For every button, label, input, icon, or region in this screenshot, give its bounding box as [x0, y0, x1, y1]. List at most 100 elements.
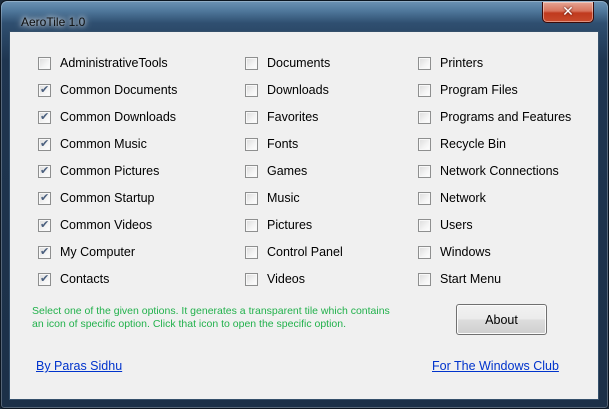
author-link[interactable]: By Paras Sidhu: [36, 359, 122, 373]
checkbox[interactable]: ✔: [245, 137, 258, 151]
checkbox[interactable]: ✔: [418, 83, 431, 97]
checkbox[interactable]: ✔: [38, 245, 51, 259]
checkbox[interactable]: ✔: [418, 191, 431, 205]
checkbox-label: Program Files: [440, 83, 518, 97]
checkbox[interactable]: ✔: [38, 136, 51, 151]
option-pictures[interactable]: ✔ Pictures: [245, 217, 312, 233]
checkbox[interactable]: ✔: [418, 137, 431, 151]
checkbox-label: Users: [440, 218, 473, 232]
checkbox-label: Common Documents: [60, 83, 178, 97]
checkbox-label: Common Startup: [60, 191, 155, 205]
check-mark-icon: ✔: [40, 163, 50, 177]
option-common-music[interactable]: ✔ Common Music: [38, 136, 147, 152]
checkbox[interactable]: ✔: [418, 164, 431, 178]
option-programs-and-features[interactable]: ✔ Programs and Features: [418, 109, 571, 125]
checkbox[interactable]: ✔: [245, 272, 258, 286]
option-my-computer[interactable]: ✔ My Computer: [38, 244, 135, 260]
checkbox[interactable]: ✔: [245, 83, 258, 97]
close-icon: ✕: [562, 4, 574, 20]
about-button[interactable]: About: [456, 304, 547, 335]
checkbox[interactable]: ✔: [418, 56, 431, 70]
checkbox[interactable]: ✔: [245, 164, 258, 178]
checkbox[interactable]: ✔: [418, 245, 431, 259]
checkbox-label: Network Connections: [440, 164, 559, 178]
option-windows[interactable]: ✔ Windows: [418, 244, 491, 260]
windows-club-link[interactable]: For The Windows Club: [432, 359, 559, 373]
checkbox-label: Downloads: [267, 83, 329, 97]
option-network-connections[interactable]: ✔ Network Connections: [418, 163, 559, 179]
info-line-2: an icon of specific option. Click that i…: [32, 318, 347, 330]
checkbox[interactable]: ✔: [38, 190, 51, 205]
option-favorites[interactable]: ✔ Favorites: [245, 109, 318, 125]
checkbox-label: Music: [267, 191, 300, 205]
checkbox[interactable]: ✔: [245, 245, 258, 259]
checkbox-label: Control Panel: [267, 245, 343, 259]
check-mark-icon: ✔: [40, 217, 50, 231]
checkbox-label: Contacts: [60, 272, 110, 286]
checkbox-label: Common Pictures: [60, 164, 160, 178]
option-common-startup[interactable]: ✔ Common Startup: [38, 190, 154, 206]
option-videos[interactable]: ✔ Videos: [245, 271, 305, 287]
checkbox-label: AdministrativeTools: [60, 56, 168, 70]
title-bar[interactable]: AeroTile 1.0 ✕: [1, 1, 608, 33]
option-common-pictures[interactable]: ✔ Common Pictures: [38, 163, 159, 179]
checkbox-label: Favorites: [267, 110, 319, 124]
option-music[interactable]: ✔ Music: [245, 190, 300, 206]
info-line-1: Select one of the given options. It gene…: [32, 305, 390, 317]
checkbox-label: Common Videos: [60, 218, 153, 232]
option-documents[interactable]: ✔ Documents: [245, 55, 330, 71]
option-control-panel[interactable]: ✔ Control Panel: [245, 244, 343, 260]
option-games[interactable]: ✔ Games: [245, 163, 307, 179]
option-fonts[interactable]: ✔ Fonts: [245, 136, 298, 152]
checkbox-label: Fonts: [267, 137, 299, 151]
checkbox[interactable]: ✔: [245, 191, 258, 205]
window-title: AeroTile 1.0: [21, 15, 86, 29]
option-printers[interactable]: ✔ Printers: [418, 55, 483, 71]
checkbox[interactable]: ✔: [245, 56, 258, 70]
check-mark-icon: ✔: [40, 271, 50, 285]
checkbox-label: Network: [440, 191, 486, 205]
checkbox[interactable]: ✔: [418, 272, 431, 286]
checkbox-label: Common Music: [60, 137, 147, 151]
option-common-downloads[interactable]: ✔ Common Downloads: [38, 109, 176, 125]
checkbox-label: My Computer: [60, 245, 136, 259]
option-contacts[interactable]: ✔ Contacts: [38, 271, 109, 287]
checkbox[interactable]: ✔: [245, 110, 258, 124]
checkbox-label: Recycle Bin: [440, 137, 506, 151]
checkbox-label: Videos: [267, 272, 305, 286]
client-area: ✔ AdministrativeTools ✔ Common Documents ✔ Co…: [9, 31, 599, 400]
check-mark-icon: ✔: [40, 109, 50, 123]
checkbox[interactable]: ✔: [38, 217, 51, 232]
checkbox-label: Games: [267, 164, 308, 178]
check-mark-icon: ✔: [40, 136, 50, 150]
checkbox[interactable]: ✔: [418, 110, 431, 124]
checkbox-label: Programs and Features: [440, 110, 572, 124]
app-window: AeroTile 1.0 ✕ ✔ AdministrativeTools ✔ Comm…: [0, 0, 609, 409]
checkbox-label: Windows: [440, 245, 491, 259]
checkbox-label: Start Menu: [440, 272, 502, 286]
option-downloads[interactable]: ✔ Downloads: [245, 82, 329, 98]
close-button[interactable]: ✕: [542, 2, 594, 23]
option-program-files[interactable]: ✔ Program Files: [418, 82, 518, 98]
checkbox[interactable]: ✔: [245, 218, 258, 232]
checkbox[interactable]: ✔: [38, 271, 51, 286]
checkbox-label: Printers: [440, 56, 484, 70]
checkbox-label: Pictures: [267, 218, 313, 232]
checkbox[interactable]: ✔: [418, 218, 431, 232]
checkbox[interactable]: ✔: [38, 82, 51, 97]
checkbox-label: Common Downloads: [60, 110, 177, 124]
checkbox-label: Documents: [267, 56, 331, 70]
option-common-documents[interactable]: ✔ Common Documents: [38, 82, 177, 98]
option-users[interactable]: ✔ Users: [418, 217, 473, 233]
check-mark-icon: ✔: [40, 190, 50, 204]
option-start-menu[interactable]: ✔ Start Menu: [418, 271, 501, 287]
option-administrativetools[interactable]: ✔ AdministrativeTools: [38, 55, 168, 71]
info-text: Select one of the given options. It gene…: [32, 305, 442, 331]
checkbox[interactable]: ✔: [38, 109, 51, 124]
checkbox[interactable]: ✔: [38, 163, 51, 178]
checkbox[interactable]: ✔: [38, 56, 51, 70]
option-recycle-bin[interactable]: ✔ Recycle Bin: [418, 136, 506, 152]
option-common-videos[interactable]: ✔ Common Videos: [38, 217, 152, 233]
option-network[interactable]: ✔ Network: [418, 190, 486, 206]
check-mark-icon: ✔: [40, 82, 50, 96]
